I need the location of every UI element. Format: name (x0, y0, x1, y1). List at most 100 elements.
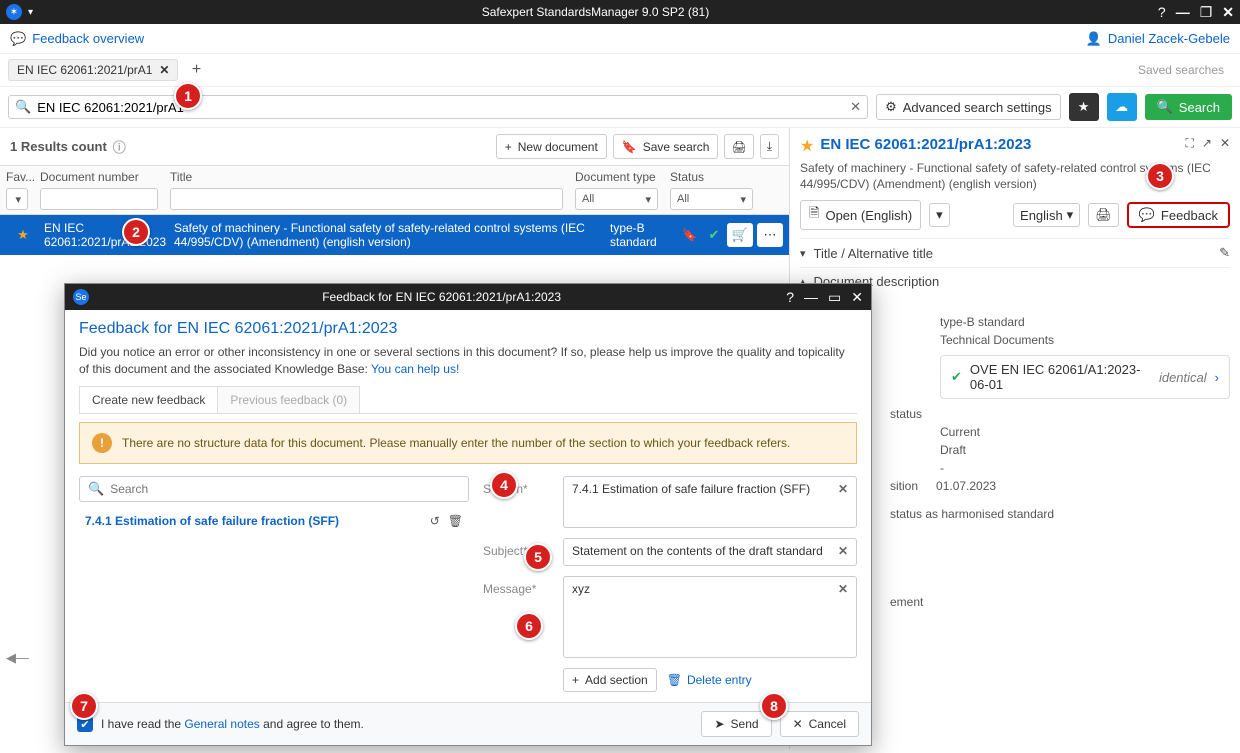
language-select[interactable]: English▾ (1013, 203, 1080, 227)
print-button[interactable]: 🖨 (1088, 203, 1119, 227)
popout-icon[interactable]: ↗ (1202, 136, 1212, 151)
search-icon: 🔍 (1157, 99, 1173, 115)
cloud-button[interactable]: ☁ (1107, 93, 1137, 121)
result-row[interactable]: ★ EN IEC 62061:2021/prA1:2023 Safety of … (0, 215, 789, 255)
clear-icon[interactable]: ✕ (838, 544, 848, 558)
top-toolbar: 💬 Feedback overview 👤 Daniel Zacek-Gebel… (0, 24, 1240, 54)
star-icon[interactable]: ★ (17, 227, 29, 243)
user-name: Daniel Zacek-Gebele (1108, 31, 1230, 46)
callout-2: 2 (122, 218, 150, 246)
search-box[interactable]: 🔍 ✕ (8, 95, 868, 119)
send-label: Send (731, 717, 759, 731)
trash-icon[interactable]: 🗑 (448, 514, 463, 528)
search-input[interactable] (37, 100, 844, 115)
dialog-help-link[interactable]: You can help us! (371, 362, 459, 376)
more-button[interactable]: ⋯ (757, 223, 783, 247)
dialog-window-title: Feedback for EN IEC 62061:2021/prA1:2023 (97, 290, 786, 304)
message-field-label: Message* (483, 576, 553, 596)
clear-icon[interactable]: ✕ (838, 582, 848, 596)
cancel-button[interactable]: ✕Cancel (780, 711, 859, 737)
col-status: Status (670, 170, 753, 184)
dialog-titlebar: Se Feedback for EN IEC 62061:2021/prA1:2… (65, 284, 871, 310)
fullscreen-icon[interactable]: ⛶ (1185, 136, 1193, 151)
tab-label: EN IEC 62061:2021/prA1 (17, 63, 152, 77)
cart-button[interactable]: 🛒 (727, 223, 753, 247)
star-icon[interactable]: ★ (800, 136, 814, 156)
title-filter[interactable] (170, 188, 563, 210)
status-filter[interactable]: All▾ (670, 188, 753, 210)
check-icon: ✔ (709, 227, 720, 243)
info-icon[interactable]: ⓘ (113, 137, 126, 156)
callout-5: 5 (524, 543, 552, 571)
plus-icon: + (572, 673, 579, 687)
tab-create-feedback[interactable]: Create new feedback (79, 386, 218, 413)
tab-previous-feedback[interactable]: Previous feedback (0) (217, 386, 360, 413)
add-tab-button[interactable]: + (184, 58, 208, 82)
alert-text: There are no structure data for this doc… (122, 436, 790, 450)
add-section-button[interactable]: +Add section (563, 668, 657, 692)
print-icon: 🖨 (731, 140, 746, 154)
doctype-filter[interactable]: All▾ (575, 188, 658, 210)
maximize-icon[interactable]: ▭ (828, 289, 841, 306)
general-notes-link[interactable]: General notes (184, 717, 259, 731)
chat-icon: 💬 (10, 31, 26, 47)
clear-search-icon[interactable]: ✕ (850, 99, 861, 115)
new-document-button[interactable]: +New document (496, 134, 607, 159)
section-field[interactable]: 7.4.1 Estimation of safe failure fractio… (563, 476, 857, 528)
structure-search-input[interactable] (110, 482, 460, 496)
edit-icon[interactable]: ✎ (1219, 245, 1230, 261)
warning-icon: ! (92, 433, 112, 453)
saved-searches-link[interactable]: Saved searches (1130, 59, 1232, 81)
open-document-dropdown[interactable]: ▾ (929, 203, 950, 227)
print-button[interactable]: 🖨 (724, 134, 753, 159)
current-user[interactable]: 👤 Daniel Zacek-Gebele (1086, 31, 1230, 47)
col-doctype: Document type (575, 170, 658, 184)
cancel-label: Cancel (809, 717, 846, 731)
help-icon[interactable]: ? (786, 289, 794, 306)
fav-filter[interactable]: ▾ (6, 188, 28, 210)
search-button-label: Search (1179, 100, 1220, 115)
search-button[interactable]: 🔍 Search (1145, 94, 1232, 120)
document-tab[interactable]: EN IEC 62061:2021/prA1 ✕ (8, 59, 178, 81)
chevron-down-icon: ▾ (800, 247, 806, 260)
minimize-icon[interactable]: — (1176, 4, 1190, 20)
close-icon[interactable]: ✕ (1220, 136, 1230, 151)
dialog-heading: Feedback for EN IEC 62061:2021/prA1:2023 (79, 320, 857, 338)
structure-search[interactable]: 🔍 (79, 476, 469, 502)
detail-title: EN IEC 62061:2021/prA1:2023 (820, 136, 1031, 153)
section-title-alt[interactable]: ▾ Title / Alternative title ✎ (800, 238, 1230, 267)
message-value: xyz (572, 582, 590, 596)
related-doc-row[interactable]: ✔ OVE EN IEC 62061/A1:2023-06-01 identic… (940, 355, 1230, 399)
bookmark-icon: 🔖 (682, 228, 697, 242)
feedback-button[interactable]: 💬 Feedback (1127, 202, 1230, 228)
subject-field[interactable]: Statement on the contents of the draft s… (563, 538, 857, 566)
minimize-icon[interactable]: — (804, 289, 818, 306)
favorite-star-button[interactable]: ★ (1069, 93, 1099, 121)
send-button[interactable]: ➤ Send (701, 711, 771, 737)
doctype-filter-value: All (582, 193, 594, 205)
open-document-button[interactable]: 🗎 Open (English) (800, 200, 921, 230)
export-button[interactable]: ⤓ (760, 134, 779, 159)
save-search-button[interactable]: 🔖Save search (613, 134, 719, 159)
send-icon: ➤ (714, 717, 724, 731)
trash-icon: 🗑 (667, 673, 682, 687)
advanced-search-button[interactable]: ⚙ Advanced search settings (876, 94, 1061, 120)
structure-tree-item[interactable]: 7.4.1 Estimation of safe failure fractio… (79, 510, 469, 532)
feedback-overview-link[interactable]: 💬 Feedback overview (10, 31, 144, 47)
chevron-right-icon: › (1215, 370, 1219, 385)
delete-entry-button[interactable]: 🗑Delete entry (667, 673, 752, 687)
clear-icon[interactable]: ✕ (838, 482, 848, 496)
prop-position-value: 01.07.2023 (936, 479, 996, 493)
app-icon: ✶ (6, 4, 22, 20)
collapse-left-icon[interactable]: ◀— (6, 650, 29, 666)
tab-close-icon[interactable]: ✕ (159, 63, 169, 77)
callout-3: 3 (1146, 162, 1174, 190)
close-icon[interactable]: ✕ (1222, 4, 1234, 21)
help-icon[interactable]: ? (1158, 4, 1166, 20)
docnum-filter[interactable] (40, 188, 158, 210)
undo-icon[interactable]: ↺ (430, 514, 440, 528)
maximize-icon[interactable]: ❐ (1200, 4, 1213, 21)
message-field[interactable]: xyz ✕ (563, 576, 857, 658)
results-table-header: Fav... ▾ Document number Title Document … (0, 165, 789, 215)
close-icon[interactable]: ✕ (851, 289, 863, 306)
